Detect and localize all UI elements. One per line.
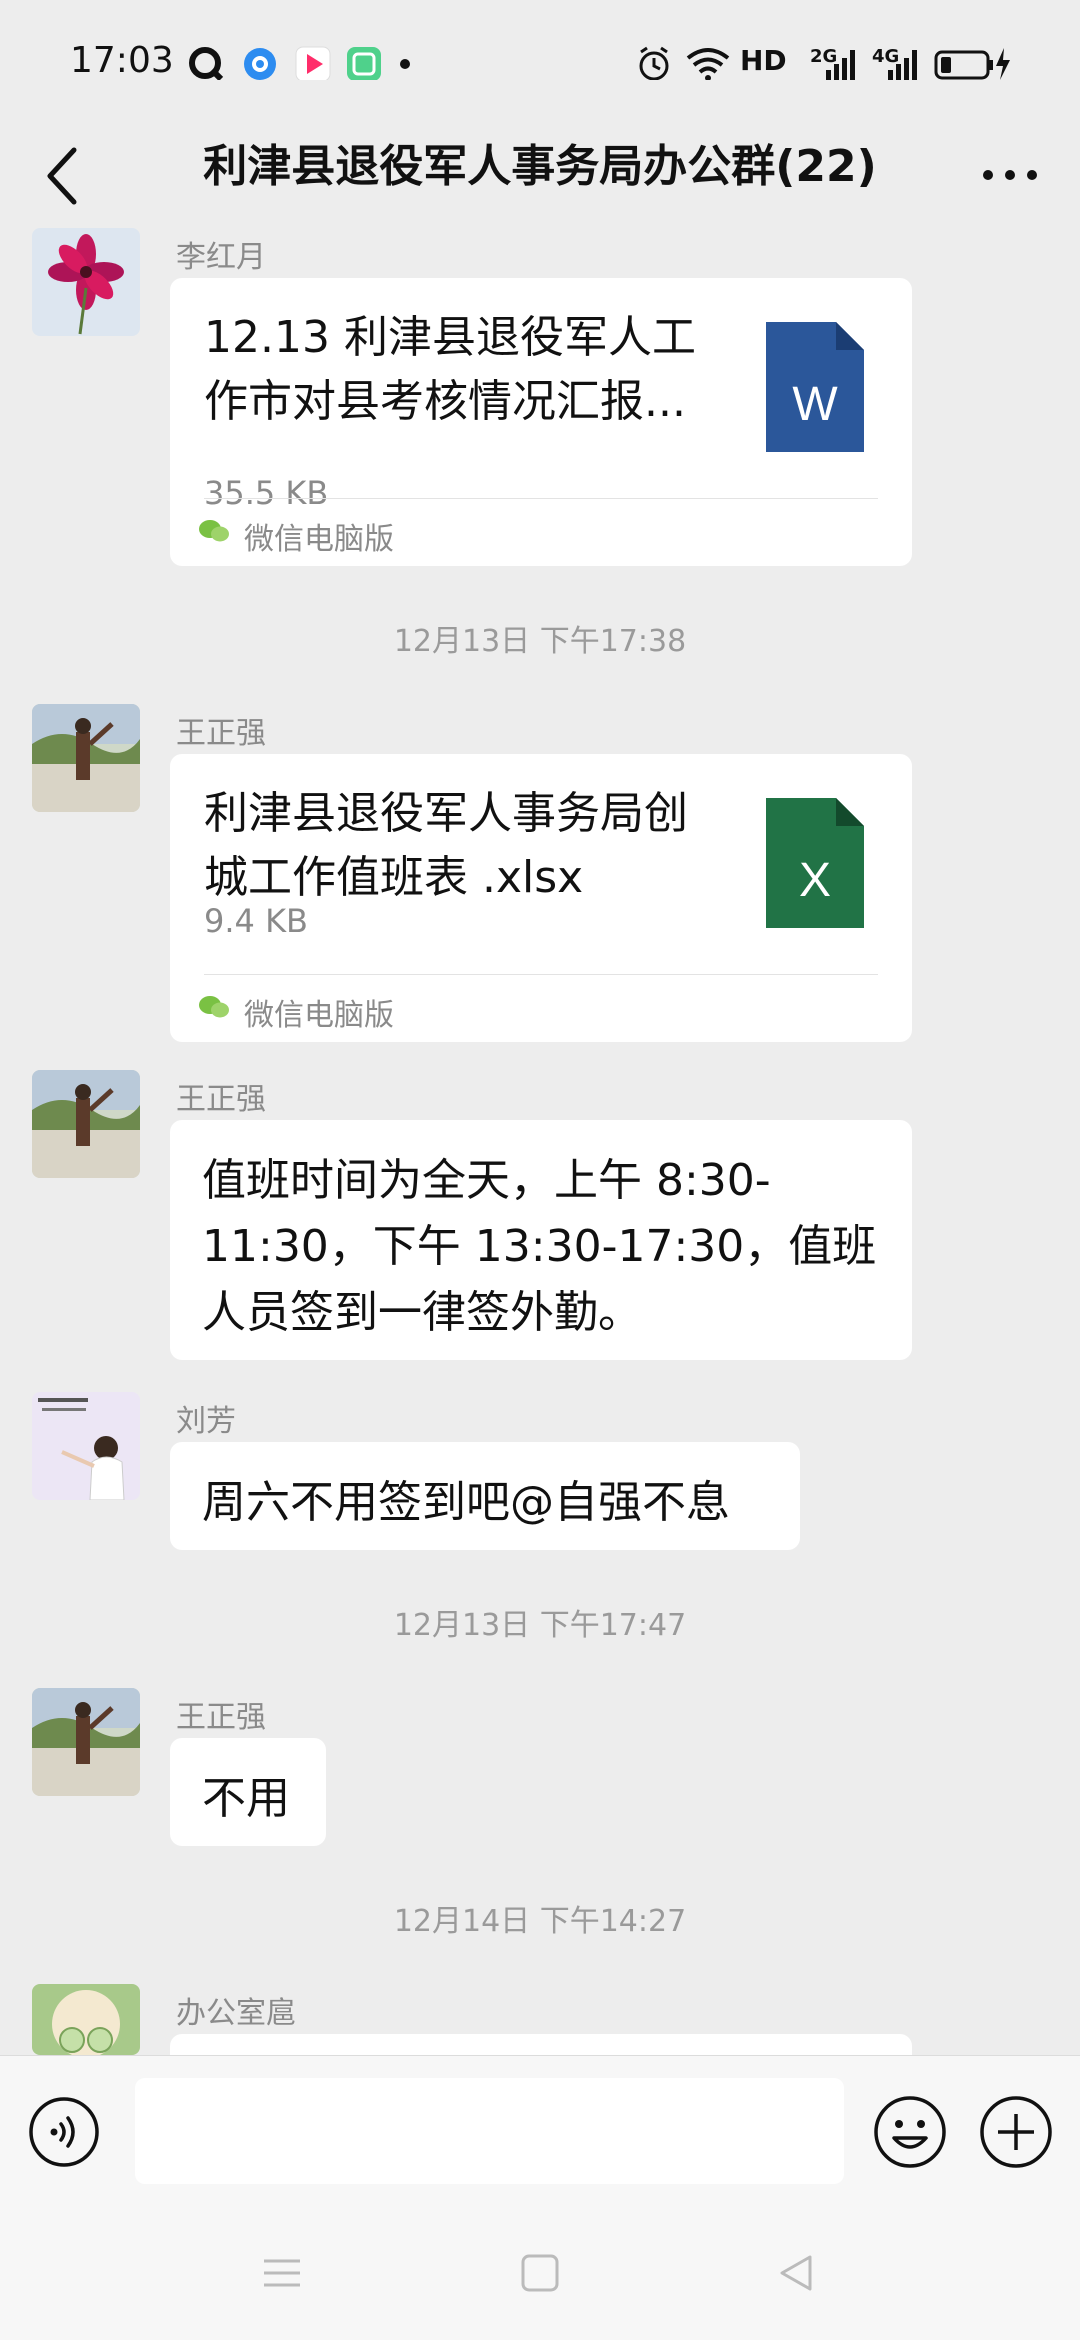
- wechat-icon: [199, 996, 229, 1018]
- q-icon: [189, 47, 224, 80]
- file-name: 利津县退役军人事务局创城工作值班表 .xlsx: [204, 788, 688, 903]
- menu-nav-icon[interactable]: [262, 2253, 302, 2293]
- divider: [204, 498, 878, 499]
- avatar[interactable]: [32, 704, 140, 812]
- battery-icon: [934, 48, 1010, 80]
- add-more-icon[interactable]: [978, 2094, 1054, 2170]
- voice-input-icon[interactable]: [28, 2096, 100, 2168]
- file-message-bubble[interactable]: 12.13 利津县退役军人工作市对县考核情况汇报... 35.5 KB W 微信…: [170, 278, 912, 566]
- message-bubble-partial[interactable]: [170, 2034, 912, 2055]
- avatar[interactable]: [32, 1688, 140, 1796]
- file-source: 微信电脑版: [244, 998, 394, 1033]
- wechat-icon: [199, 520, 229, 542]
- file-message-bubble[interactable]: 利津县退役军人事务局创城工作值班表 .xlsx 9.4 KB X 微信电脑版: [170, 754, 912, 1042]
- avatar[interactable]: [32, 1392, 140, 1500]
- sender-name: 李红月: [176, 240, 266, 275]
- text-message-bubble[interactable]: 不用: [170, 1738, 326, 1846]
- signal-2g-icon: [826, 50, 855, 80]
- file-source: 微信电脑版: [244, 522, 394, 557]
- circle-app-icon: [244, 48, 276, 80]
- alarm-icon: [639, 46, 669, 80]
- message-input[interactable]: [135, 2078, 844, 2184]
- file-type-letter: X: [799, 854, 831, 907]
- sender-name: 王正强: [176, 716, 266, 751]
- text-message-bubble[interactable]: 值班时间为全天，上午 8:30-11:30，下午 13:30-17:30，值班人…: [170, 1120, 912, 1360]
- notification-dot-icon: [400, 59, 410, 69]
- chat-title: 利津县退役军人事务局办公群(22): [203, 141, 877, 192]
- input-bar: [0, 2055, 1080, 2206]
- divider: [204, 974, 878, 975]
- sender-name: 刘芳: [176, 1404, 236, 1439]
- youku-icon: [295, 46, 331, 80]
- status-time: 17:03: [70, 40, 174, 81]
- file-size: 9.4 KB: [204, 902, 308, 940]
- timestamp: 12月13日 下午17:47: [393, 1608, 687, 1643]
- green-app-icon: [347, 47, 381, 80]
- timestamp: 12月13日 下午17:38: [393, 624, 687, 659]
- text-message-bubble[interactable]: 周六不用签到吧@自强不息: [170, 1442, 800, 1550]
- wifi-icon: [686, 48, 730, 80]
- sender-name: 王正强: [176, 1700, 266, 1735]
- system-navigation-bar: [0, 2205, 1080, 2340]
- sender-name: 办公室扈: [176, 1996, 296, 2031]
- excel-sheet-icon: X: [766, 798, 864, 928]
- file-type-letter: W: [792, 378, 838, 431]
- word-doc-icon: W: [766, 322, 864, 452]
- back-nav-icon[interactable]: [776, 2253, 816, 2293]
- home-nav-icon[interactable]: [520, 2253, 560, 2293]
- hd-indicator: HD: [740, 44, 787, 77]
- avatar[interactable]: [32, 228, 140, 336]
- emoji-icon[interactable]: [872, 2094, 948, 2170]
- signal-4g-icon: [888, 50, 917, 80]
- timestamp: 12月14日 下午14:27: [393, 1904, 687, 1939]
- avatar[interactable]: [32, 1070, 140, 1178]
- avatar[interactable]: [32, 1984, 140, 2055]
- sender-name: 王正强: [176, 1082, 266, 1117]
- status-bar: 17:03 HD 2G 4G: [0, 0, 1080, 130]
- file-name: 12.13 利津县退役军人工作市对县考核情况汇报...: [204, 312, 696, 427]
- file-size: 35.5 KB: [204, 474, 329, 512]
